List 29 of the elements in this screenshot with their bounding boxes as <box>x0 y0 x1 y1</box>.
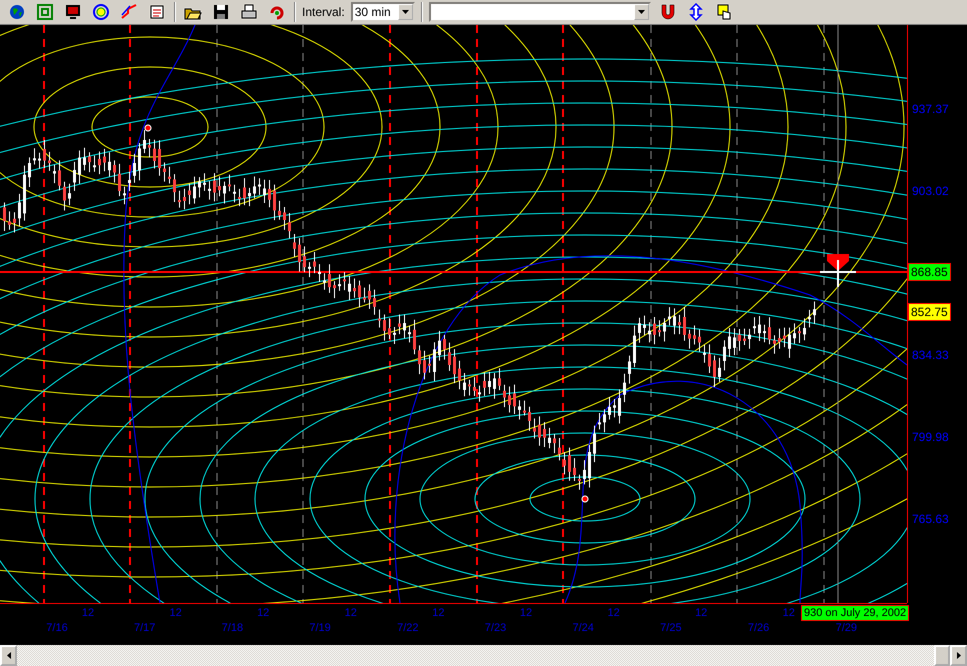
time-label: 12 <box>695 607 708 619</box>
time-label: 12 <box>607 607 620 619</box>
date-label: 7/16 <box>46 622 68 634</box>
current-price-label: 868.85 <box>908 263 951 281</box>
price-label: 834.33 <box>912 348 949 362</box>
time-label: 12 <box>432 607 445 619</box>
date-label: 7/17 <box>134 622 156 634</box>
interval-label: Interval: <box>302 5 345 19</box>
date-label: 7/25 <box>660 622 682 634</box>
price-label: 937.37 <box>912 102 949 116</box>
date-label: 7/24 <box>572 622 594 634</box>
time-label: 12 <box>169 607 182 619</box>
time-label: 12 <box>520 607 532 619</box>
price-label: 799.98 <box>912 430 949 444</box>
price-label: 903.02 <box>912 184 949 198</box>
price-label: 765.63 <box>912 512 949 526</box>
date-label: 7/23 <box>484 622 506 634</box>
date-label: 7/19 <box>309 622 331 634</box>
time-label: 12 <box>82 607 94 619</box>
date-label: 7/29 <box>836 622 857 634</box>
time-label: 12 <box>257 607 270 619</box>
last-price-label: 852.75 <box>908 303 951 321</box>
time-label: 12 <box>782 607 795 619</box>
date-label: 7/18 <box>222 622 244 634</box>
date-label: 7/26 <box>748 622 770 634</box>
date-label: 7/22 <box>397 622 418 634</box>
cursor-date-label: 930 on July 29, 2002 <box>801 605 910 621</box>
interval-dropdown[interactable]: 30 min <box>350 2 415 22</box>
time-label: 12 <box>344 607 357 619</box>
